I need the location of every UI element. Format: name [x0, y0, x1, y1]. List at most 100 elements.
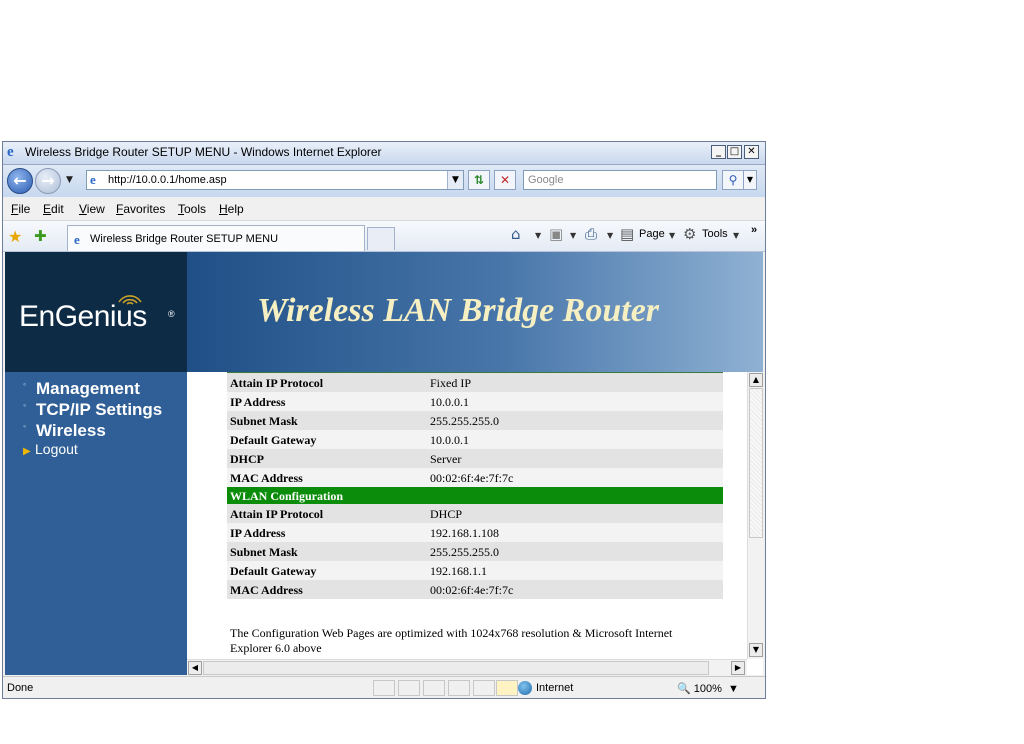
status-segment	[448, 680, 470, 696]
row-value: 10.0.0.1	[430, 433, 469, 447]
menu-bar: File Edit View Favorites Tools Help	[3, 197, 765, 221]
row-key: MAC Address	[230, 471, 303, 485]
vertical-scrollbar[interactable]: ▲ ▼	[747, 372, 763, 659]
protected-mode-icon[interactable]	[496, 680, 518, 696]
row-value: DHCP	[430, 507, 463, 521]
add-favorite-icon[interactable]: ✚	[34, 227, 47, 245]
optimization-note: The Configuration Web Pages are optimize…	[230, 626, 673, 655]
navigation-bar: ← → ▼ e http://10.0.0.1/home.asp ▼ ⇅ ✕ G…	[3, 165, 765, 197]
table-row: MAC Address 00:02:6f:4e:7f:7c	[227, 468, 723, 487]
row-key: Default Gateway	[230, 564, 317, 578]
row-value: 255.255.255.0	[430, 414, 499, 428]
favorites-star-icon[interactable]: ★	[8, 227, 22, 246]
sidebar: ◦ Management ◦ TCP/IP Settings ◦ Wireless ▶…	[5, 372, 187, 675]
print-icon[interactable]: ⎙	[585, 225, 597, 243]
address-bar[interactable]: e http://10.0.0.1/home.asp ▼	[86, 170, 464, 190]
title-bar[interactable]: e Wireless Bridge Router SETUP MENU - Wi…	[3, 142, 765, 165]
sidebar-item-tcpip[interactable]: ◦ TCP/IP Settings	[23, 400, 162, 420]
feeds-icon[interactable]: ▣	[549, 225, 563, 243]
ie-logo-icon: e	[7, 144, 14, 160]
sidebar-item-label: Management	[36, 379, 140, 398]
forward-button[interactable]: →	[35, 168, 61, 194]
new-tab-button[interactable]	[367, 227, 395, 250]
sidebar-item-management[interactable]: ◦ Management	[23, 379, 140, 399]
menu-edit[interactable]: Edit	[43, 202, 64, 216]
menu-view[interactable]: View	[79, 202, 105, 216]
table-row: Default Gateway 10.0.0.1	[227, 430, 723, 449]
stop-button[interactable]: ✕	[494, 170, 516, 190]
page-icon: e	[90, 172, 96, 187]
back-button[interactable]: ←	[7, 168, 33, 194]
address-dropdown-icon[interactable]: ▼	[447, 171, 463, 189]
history-dropdown-icon[interactable]: ▼	[66, 175, 73, 185]
ie-window: e Wireless Bridge Router SETUP MENU - Wi…	[2, 141, 766, 699]
status-segment	[398, 680, 420, 696]
hscroll-thumb[interactable]	[203, 661, 709, 675]
row-value: 255.255.255.0	[430, 545, 499, 559]
row-key: Subnet Mask	[230, 414, 298, 428]
feeds-dropdown-icon[interactable]: ▼	[570, 231, 576, 240]
tab-active[interactable]: e Wireless Bridge Router SETUP MENU	[67, 225, 365, 251]
scroll-thumb[interactable]	[749, 388, 763, 538]
sidebar-item-label: Wireless	[36, 421, 106, 440]
menu-favorites[interactable]: Favorites	[116, 202, 165, 216]
header-banner: Wireless LAN Bridge Router	[187, 252, 763, 372]
window-title: Wireless Bridge Router SETUP MENU - Wind…	[25, 145, 382, 159]
status-bar: Done Internet 🔍 100% ▼	[3, 676, 765, 698]
page-viewport: EnGenius ® Wireless LAN Bridge Router ◦ M…	[5, 252, 763, 675]
scroll-up-icon[interactable]: ▲	[749, 373, 763, 387]
search-input[interactable]: Google	[528, 174, 563, 186]
row-value: Fixed IP	[430, 376, 472, 390]
scroll-right-icon[interactable]: ▶	[731, 661, 745, 675]
menu-help[interactable]: Help	[219, 202, 244, 216]
scroll-down-icon[interactable]: ▼	[749, 643, 763, 657]
table-row: Attain IP Protocol Fixed IP	[227, 373, 723, 392]
close-button[interactable]: ✕	[744, 145, 759, 159]
print-dropdown-icon[interactable]: ▼	[607, 231, 613, 240]
row-key: Subnet Mask	[230, 545, 298, 559]
home-dropdown-icon[interactable]: ▼	[535, 231, 541, 240]
status-content: Attain IP Protocol Fixed IP IP Address 1…	[187, 372, 747, 660]
page-menu[interactable]: Page	[639, 228, 665, 240]
row-value: 10.0.0.1	[430, 395, 469, 409]
search-box[interactable]: Google	[523, 170, 717, 190]
security-zone[interactable]: Internet	[518, 681, 573, 695]
tools-menu[interactable]: Tools	[702, 228, 728, 240]
wlan-section-heading: WLAN Configuration	[227, 487, 723, 504]
home-icon[interactable]: ⌂	[511, 225, 521, 243]
table-row: MAC Address 00:02:6f:4e:7f:7c	[227, 580, 723, 599]
status-table: Attain IP Protocol Fixed IP IP Address 1…	[227, 372, 723, 599]
address-input[interactable]: http://10.0.0.1/home.asp	[108, 174, 227, 186]
row-key: Attain IP Protocol	[230, 507, 324, 521]
menu-file[interactable]: File	[11, 202, 30, 216]
bullet-icon: ◦	[23, 421, 27, 431]
search-options-icon[interactable]: ▼	[743, 170, 757, 190]
zoom-level[interactable]: 🔍 100% ▼	[677, 682, 739, 695]
sidebar-item-logout[interactable]: ▶ Logout	[23, 441, 78, 457]
more-commands-icon[interactable]: »	[751, 224, 757, 236]
page-dropdown-icon[interactable]: ▼	[669, 231, 675, 240]
row-key: IP Address	[230, 526, 286, 540]
row-key: MAC Address	[230, 583, 303, 597]
refresh-button[interactable]: ⇅	[468, 170, 490, 190]
table-row: DHCP Server	[227, 449, 723, 468]
zone-label: Internet	[536, 681, 574, 694]
favorites-bar: ★ ✚ e Wireless Bridge Router SETUP MENU …	[3, 221, 765, 252]
logo-registered-mark: ®	[168, 309, 175, 319]
menu-tools[interactable]: Tools	[178, 202, 206, 216]
horizontal-scrollbar[interactable]: ◀ ▶	[187, 659, 747, 675]
sidebar-item-wireless[interactable]: ◦ Wireless	[23, 421, 106, 441]
tools-dropdown-icon[interactable]: ▼	[733, 231, 739, 240]
row-value: 192.168.1.1	[430, 564, 487, 578]
scroll-left-icon[interactable]: ◀	[188, 661, 202, 675]
bullet-icon: ◦	[23, 379, 27, 389]
maximize-button[interactable]: □	[727, 145, 742, 159]
logo-text: EnGenius	[19, 300, 147, 333]
status-segment	[373, 680, 395, 696]
brand-logo: EnGenius ®	[5, 252, 187, 372]
search-icon[interactable]: ⚲	[722, 170, 744, 190]
status-segment	[423, 680, 445, 696]
logout-label: Logout	[35, 441, 78, 457]
globe-icon	[518, 681, 532, 695]
minimize-button[interactable]: _	[711, 145, 726, 159]
